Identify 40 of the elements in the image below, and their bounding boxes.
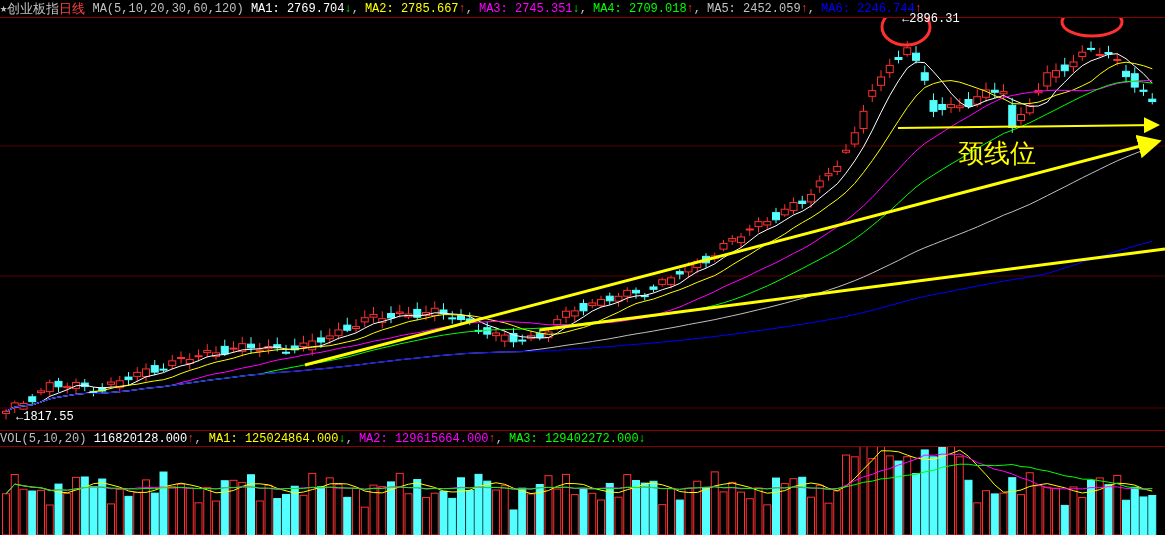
trend-arrow: ↑ (488, 431, 496, 446)
separator: , (693, 1, 701, 16)
ma-label: MA2: (364, 1, 394, 16)
ma-label: MA3: (508, 431, 538, 446)
ma-label: MA1: (208, 431, 238, 446)
separator: , (194, 431, 203, 446)
separator: , (345, 431, 353, 446)
star-icon: ★ (0, 1, 8, 16)
separator: , (351, 1, 359, 16)
ma-value: 129615664.000 (393, 431, 489, 446)
trend-arrow: ↑ (458, 1, 466, 16)
trend-arrow: ↓ (638, 431, 646, 446)
ma-label: MA4: (592, 1, 622, 16)
ma-value: 2785.667 (399, 1, 459, 16)
ma-label: MA2: (358, 431, 388, 446)
separator: , (807, 1, 816, 16)
period-label: 日线 (59, 0, 86, 18)
ma-value: 2452.059 (742, 1, 801, 16)
ma-value: 125024864.000 (243, 431, 339, 446)
ma-label: MA1: (250, 1, 280, 16)
trend-arrow: ↓ (572, 1, 580, 16)
ma-label: MA6: (821, 1, 850, 16)
volume-legend: VOL(5,10,20) (0, 431, 94, 446)
separator: , (495, 431, 503, 446)
ma-value: 2709.018 (628, 1, 687, 16)
separator: , (579, 1, 587, 16)
trend-arrow: ↑ (800, 1, 808, 16)
index-title: 创业板指 (7, 0, 60, 18)
trend-arrow: ↑ (187, 431, 195, 446)
separator: , (465, 1, 473, 16)
ma-value: 2769.704 (285, 1, 345, 16)
trend-arrow: ↓ (338, 431, 346, 446)
volume-value: 116820128.000 (93, 431, 188, 446)
ma-value: 129402272.000 (543, 431, 639, 446)
ma-value: 2745.351 (513, 1, 573, 16)
ma-label: MA5: (707, 1, 736, 16)
ma-legend: MA(5,10,20,30,60,120) (85, 1, 251, 16)
ma-label: MA3: (478, 1, 508, 16)
trend-arrow: ↓ (344, 1, 352, 16)
trend-arrow: ↑ (686, 1, 694, 16)
